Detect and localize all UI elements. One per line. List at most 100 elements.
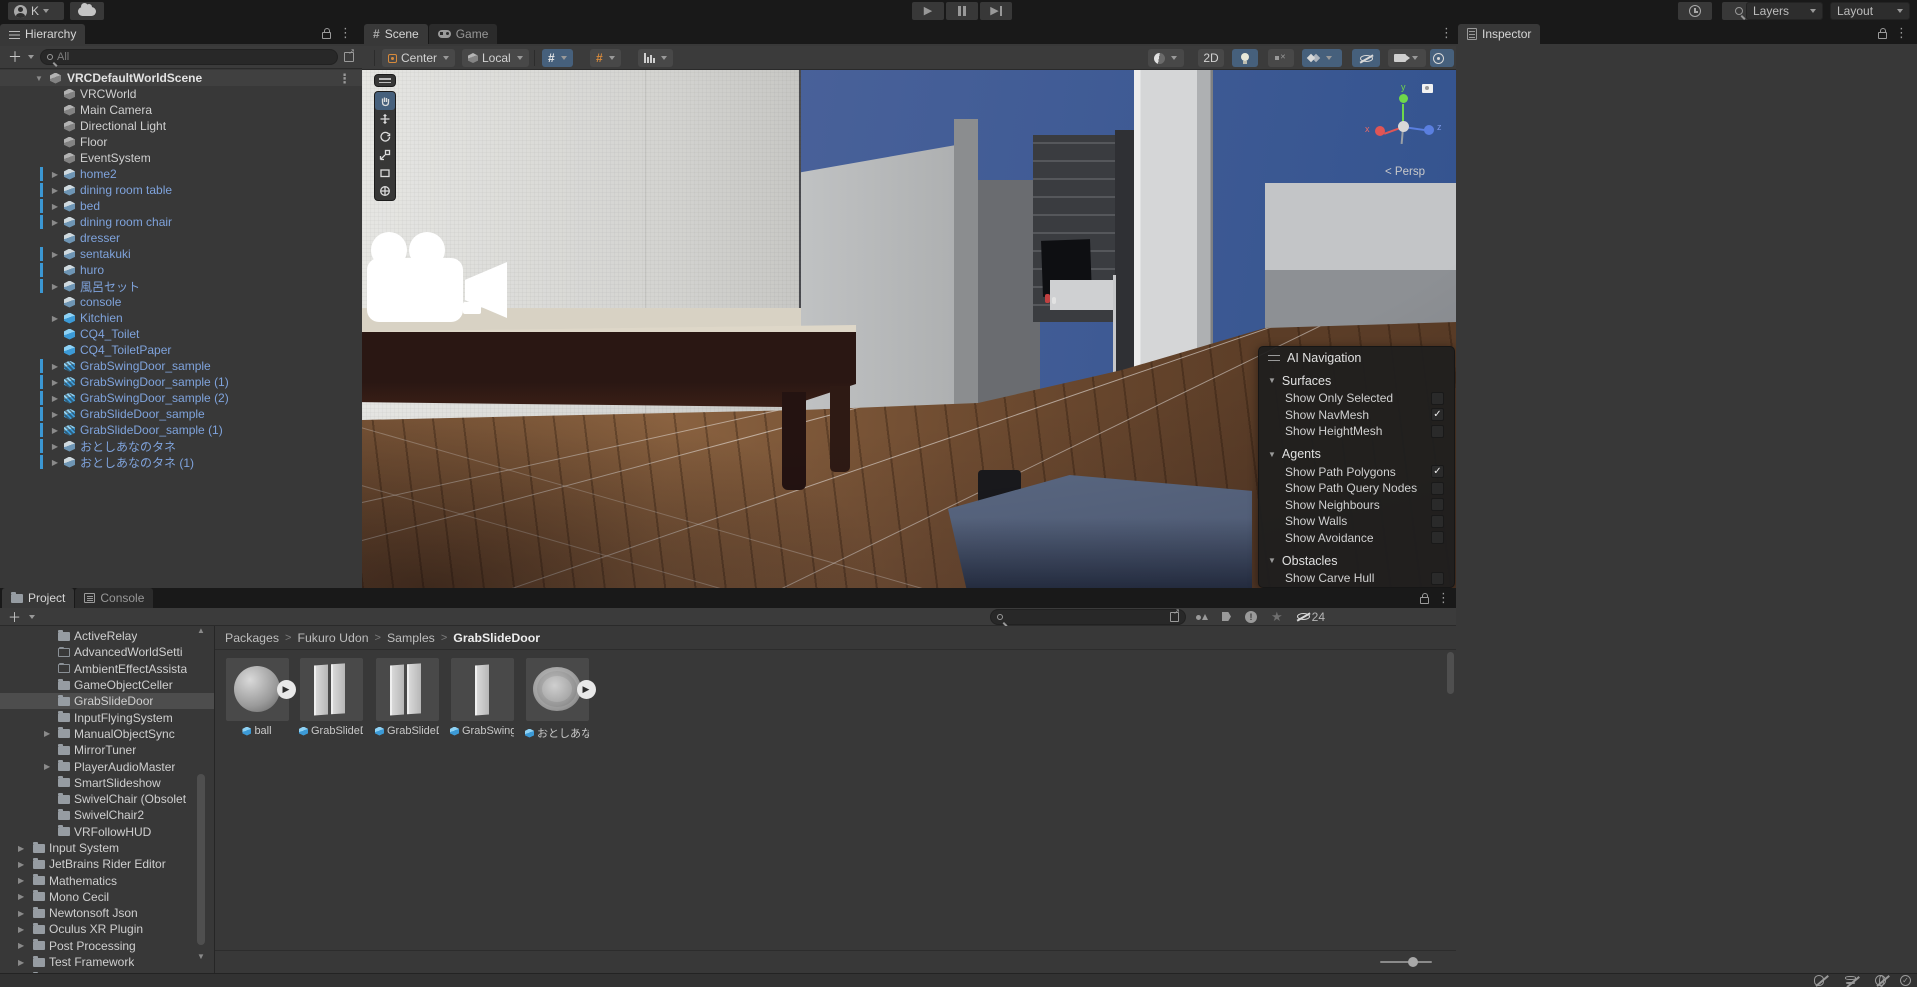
play-badge-icon[interactable]: ▶ (577, 680, 596, 699)
cache-disabled-icon[interactable] (1845, 975, 1858, 986)
expand-arrow-icon[interactable]: ▶ (18, 909, 24, 918)
asset-scrollbar[interactable] (1446, 650, 1455, 950)
expand-arrow-icon[interactable]: ▶ (50, 394, 60, 403)
hierarchy-row[interactable]: ▶GrabSwingDoor_sample (0, 358, 362, 374)
create-asset-caret[interactable] (29, 615, 35, 619)
overlay-menu-button[interactable] (374, 74, 396, 87)
expand-arrow-icon[interactable]: ▶ (44, 729, 50, 738)
expand-arrow-icon[interactable]: ▶ (18, 925, 24, 934)
asset-item[interactable]: GrabSwing... (450, 658, 514, 737)
effects-dropdown-toggle[interactable] (1302, 49, 1342, 67)
kebab-menu-icon[interactable]: ⋮ (338, 72, 351, 85)
checkbox[interactable] (1431, 498, 1444, 511)
expand-arrow-icon[interactable]: ▶ (18, 860, 24, 869)
hierarchy-row[interactable]: ▶おとしあなのタネ (1) (0, 454, 362, 470)
project-folder-row[interactable]: GrabSlideDoor (0, 693, 214, 709)
asset-thumbnail[interactable] (300, 658, 363, 721)
hierarchy-row[interactable]: Main Camera (0, 102, 362, 118)
rotate-tool[interactable] (375, 128, 395, 146)
hierarchy-row[interactable]: ▶GrabSlideDoor_sample (0, 406, 362, 422)
kebab-menu-icon[interactable]: ⋮ (1437, 591, 1450, 604)
project-folder-row[interactable]: ▶Test Framework (0, 954, 214, 970)
checkbox-checked[interactable]: ✓ (1431, 465, 1444, 478)
debugger-disabled-icon[interactable] (1812, 975, 1825, 986)
project-folder-row[interactable]: ▶Mathematics (0, 872, 214, 888)
shading-mode-dropdown[interactable] (1148, 49, 1184, 67)
project-folder-row[interactable]: ▶JetBrains Rider Editor (0, 856, 214, 872)
project-folder-row[interactable]: InputFlyingSystem (0, 709, 214, 725)
project-search-input[interactable] (1007, 611, 1166, 623)
checkbox-checked[interactable]: ✓ (1431, 408, 1444, 421)
project-folder-row[interactable]: ▶Mono Cecil (0, 889, 214, 905)
hierarchy-row[interactable]: Directional Light (0, 118, 362, 134)
add-object-caret[interactable] (28, 55, 34, 59)
status-ok-icon[interactable]: ✓ (1900, 975, 1913, 986)
hierarchy-row[interactable]: ▶風呂セット (0, 278, 362, 294)
hierarchy-row[interactable]: CQ4_ToiletPaper (0, 342, 362, 358)
project-folder-row[interactable]: ▶ManualObjectSync (0, 726, 214, 742)
expand-arrow-icon[interactable]: ▶ (50, 426, 60, 435)
tab-inspector[interactable]: Inspector (1458, 24, 1540, 44)
tool-handle-rotation-dropdown[interactable]: Local (462, 49, 529, 67)
move-tool[interactable] (375, 110, 395, 128)
project-folder-row[interactable]: SwivelChair (Obsolet (0, 791, 214, 807)
snap-settings-toggle[interactable]: # (590, 49, 621, 67)
play-badge-icon[interactable]: ▶ (277, 680, 296, 699)
checkbox[interactable] (1431, 572, 1444, 585)
folder-scrollbar[interactable]: ▲ ▼ (196, 626, 206, 961)
kebab-menu-icon[interactable]: ⋮ (1440, 26, 1453, 39)
snap-increment-toggle[interactable] (638, 49, 673, 67)
checkbox[interactable] (1431, 482, 1444, 495)
expand-arrow-icon[interactable]: ▶ (50, 282, 60, 291)
2d-toggle[interactable]: 2D (1198, 49, 1224, 67)
play-button[interactable]: ▶ (912, 2, 944, 20)
lock-icon[interactable] (322, 32, 331, 39)
hierarchy-row[interactable]: console (0, 294, 362, 310)
hierarchy-row[interactable]: CQ4_Toilet (0, 326, 362, 342)
asset-item[interactable]: ▶ball (225, 658, 289, 737)
hierarchy-row[interactable]: ▶おとしあなのタネ (0, 438, 362, 454)
add-object-button[interactable]: ＋ (8, 47, 22, 67)
scene-visibility-toggle[interactable] (1352, 49, 1380, 67)
expand-arrow-icon[interactable]: ▶ (50, 442, 60, 451)
breadcrumb-item[interactable]: Samples (387, 631, 435, 645)
scene-camera-icon[interactable] (1422, 84, 1433, 93)
project-folder-row[interactable]: VRFollowHUD (0, 824, 214, 840)
asset-item[interactable]: ▶おとしあなの... (525, 658, 589, 741)
lock-icon[interactable] (1420, 597, 1429, 604)
video-camera-gizmo-icon[interactable] (367, 228, 522, 330)
hierarchy-row[interactable]: ▶dining room table (0, 182, 362, 198)
overlay-section-title[interactable]: ▼Obstacles (1259, 551, 1454, 570)
alert-icon[interactable]: ! (1245, 611, 1257, 623)
project-folder-row[interactable]: SwivelChair2 (0, 807, 214, 823)
create-asset-button[interactable]: ＋ (8, 607, 21, 626)
expand-arrow-icon[interactable]: ▶ (18, 941, 24, 950)
cloud-services-button[interactable] (70, 2, 104, 20)
camera-settings-dropdown[interactable] (1388, 49, 1426, 67)
asset-item[interactable]: GrabSlideD... (375, 658, 439, 737)
undo-history-button[interactable] (1678, 2, 1712, 20)
asset-item[interactable]: GrabSlideD... (299, 658, 363, 737)
project-folder-row[interactable]: ▶Post Processing (0, 938, 214, 954)
project-folder-row[interactable]: AmbientEffectAssista (0, 661, 214, 677)
view-hand-tool[interactable] (375, 92, 395, 110)
hierarchy-row[interactable]: ▶GrabSlideDoor_sample (1) (0, 422, 362, 438)
layers-dropdown[interactable]: Layers (1746, 2, 1823, 20)
scene-viewport[interactable]: y x z < Persp AI Navigation ▼SurfacesSho… (362, 70, 1456, 588)
expand-arrow-icon[interactable]: ▶ (44, 762, 50, 771)
asset-thumbnail[interactable] (376, 658, 439, 721)
expand-arrow-icon[interactable]: ▶ (18, 876, 24, 885)
project-folder-row[interactable]: ▶PlayerAudioMaster (0, 758, 214, 774)
tab-scene[interactable]: # Scene (364, 24, 428, 44)
pause-button[interactable] (946, 2, 978, 20)
tab-console[interactable]: Console (75, 588, 153, 608)
hierarchy-row[interactable]: huro (0, 262, 362, 278)
hierarchy-row[interactable]: ▶GrabSwingDoor_sample (2) (0, 390, 362, 406)
hierarchy-row[interactable]: ▶home2 (0, 166, 362, 182)
expand-arrow-icon[interactable]: ▶ (18, 844, 24, 853)
perspective-label[interactable]: < Persp (1360, 166, 1450, 178)
gizmos-toggle[interactable] (1430, 49, 1454, 67)
expand-arrow-icon[interactable]: ▶ (50, 458, 60, 467)
kebab-menu-icon[interactable]: ⋮ (339, 26, 352, 39)
tab-hierarchy[interactable]: Hierarchy (0, 24, 85, 44)
